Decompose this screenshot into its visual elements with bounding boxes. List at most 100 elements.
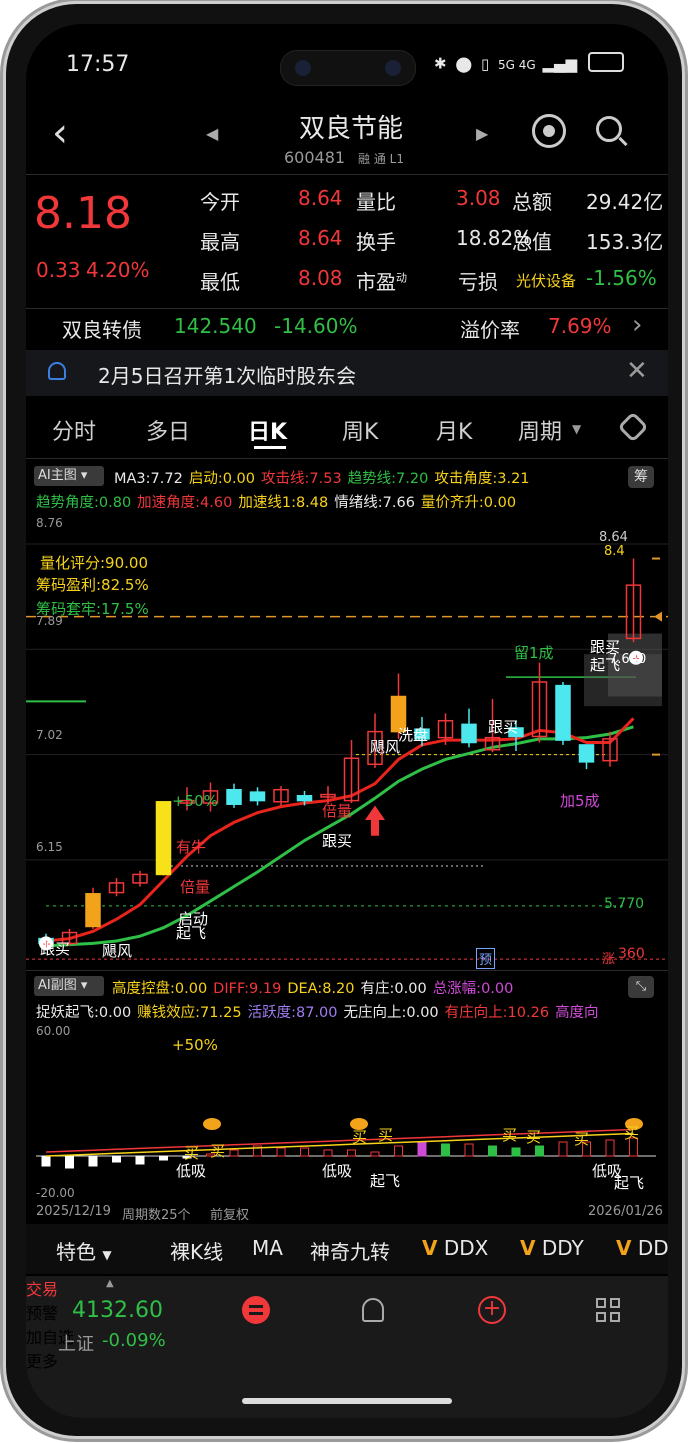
bell-icon — [48, 362, 66, 380]
toolbar-naked-k[interactable]: 裸K线 — [170, 1236, 223, 1265]
notice-bar[interactable]: 2月5日召开第1次临时股东会 ✕ — [26, 350, 668, 396]
annotation: 洗盘 — [398, 726, 429, 744]
annotation: 跟买 — [488, 718, 519, 736]
macd-bar — [511, 1147, 521, 1157]
quote-value: 153.3亿 — [586, 230, 664, 254]
quote-value: -1.56% — [586, 266, 657, 290]
macd-bar — [300, 1147, 309, 1157]
candle-body — [85, 893, 101, 928]
annotation: 起飞 — [590, 656, 621, 674]
index-value[interactable]: 4132.60 — [72, 1298, 163, 1323]
indicator-value: 有庄:0.00 — [360, 981, 427, 997]
period-count: 周期数25个 — [122, 1208, 191, 1223]
close-icon[interactable]: ✕ — [626, 356, 648, 386]
ai-sub-chart-button[interactable]: AI副图 ▾ — [34, 976, 104, 996]
candle-body — [296, 795, 313, 802]
bluetooth-icon: ✱ — [434, 54, 447, 73]
chevron-right-icon[interactable]: › — [632, 310, 642, 340]
indicator-value: 量价齐升:0.00 — [420, 495, 517, 511]
quote-value: 亏损 — [458, 270, 498, 294]
chevron-down-icon: ▼ — [102, 1248, 112, 1262]
chip-button[interactable]: 筹 — [628, 466, 654, 488]
indicator-value: 活跃度:87.00 — [247, 1005, 338, 1021]
tab-monthly-k[interactable]: 月K — [436, 414, 472, 446]
annotation: 跟买 — [322, 832, 353, 850]
macd-bar — [229, 1149, 239, 1157]
candle-body — [555, 684, 571, 741]
tab-underline — [254, 446, 286, 449]
location-icon: ⬤ — [455, 54, 473, 73]
alert-bell-icon[interactable] — [362, 1298, 384, 1322]
indicator-value: 情绪线:7.66 — [334, 495, 415, 511]
chevron-down-icon: ▼ — [572, 422, 582, 436]
phone-frame: 17:57 ✱ ⬤ ▯ 5G 4G ▂▄▆ ‹ ◀ 双良节能 600481 融 … — [6, 4, 682, 1436]
expand-icon[interactable]: ⤡ — [628, 976, 654, 998]
toolbar-special[interactable]: 特色 ▼ — [56, 1236, 112, 1265]
toolbar-ma[interactable]: MA — [252, 1236, 283, 1260]
adjust-mode: 前复权 — [210, 1208, 250, 1223]
toolbar-magic-nine[interactable]: 神奇九转 — [310, 1236, 390, 1265]
macd-bar — [135, 1155, 145, 1165]
macd-bar — [394, 1145, 403, 1157]
candle-body — [249, 791, 266, 802]
date-left: 2025/12/19 — [36, 1204, 111, 1219]
macd-bar — [347, 1149, 356, 1157]
ai-main-chart-button[interactable]: AI主图 ▾ — [34, 466, 104, 486]
cost-marker-icon — [654, 611, 662, 622]
nav-trade[interactable]: 交易 — [26, 1276, 668, 1300]
tab-multiday[interactable]: 多日 — [146, 414, 190, 446]
indicator-value: DEA:8.20 — [287, 981, 355, 997]
sub-indicator-line1: 高度控盘:0.00 DIFF:9.19 DEA:8.20 有庄:0.00 总涨幅:0.0… — [112, 977, 519, 998]
tab-weekly-k[interactable]: 周K — [342, 414, 378, 446]
indicator-value: 趋势角度:0.80 — [36, 495, 132, 511]
caret-up-icon: ▲ — [106, 1278, 114, 1289]
indicator-value: 总涨幅:0.00 — [432, 981, 514, 997]
candle-body — [461, 723, 477, 744]
bond-name[interactable]: 双良转债 — [62, 314, 142, 343]
toolbar-ddz[interactable]: V DD — [616, 1236, 668, 1260]
signal-bars-icon: ▂▄▆ — [542, 54, 578, 73]
trade-icon[interactable] — [242, 1296, 270, 1324]
indicator-value: 趋势线:7.20 — [347, 471, 429, 487]
divider — [26, 970, 668, 971]
divider — [26, 174, 668, 175]
index-change: -0.09% — [102, 1330, 166, 1351]
toolbar-ddx[interactable]: V DDX — [422, 1236, 488, 1260]
sub-plus50: +50% — [172, 1036, 218, 1054]
home-indicator[interactable] — [242, 1398, 452, 1404]
signal-icon: 5G 4G — [497, 57, 536, 72]
quote-value: 29.42亿 — [586, 190, 664, 214]
settings-icon[interactable] — [617, 411, 649, 443]
quote-label: 换手 — [356, 230, 396, 254]
quote-value: 3.08 — [456, 186, 501, 210]
annotation: 倍量 — [180, 878, 211, 896]
next-stock-icon[interactable]: ▶ — [476, 124, 488, 143]
up-arrow-icon — [365, 805, 385, 836]
back-button[interactable]: ‹ — [52, 110, 68, 156]
premium-value: 7.69% — [548, 314, 612, 338]
indicator-value: 高度控盘:0.00 — [112, 981, 208, 997]
annotation: 飓风 — [370, 738, 401, 756]
candle-body — [578, 744, 595, 763]
tab-intraday[interactable]: 分时 — [52, 414, 96, 446]
sub-label: 买 — [352, 1128, 368, 1146]
nav-more[interactable]: 更多 — [26, 1348, 668, 1372]
high-label-2: 8.4 — [604, 544, 625, 559]
stock-title: 双良节能 — [298, 114, 403, 144]
main-indicator-line1: MA3:7.72 启动:0.00 攻击线:7.53 趋势线:7.20 攻击角度:3.21 — [114, 467, 536, 488]
search-icon-handle — [618, 136, 628, 147]
tab-daily-k[interactable]: 日K — [248, 414, 287, 446]
robot-assistant-icon[interactable] — [532, 114, 566, 148]
price-change-pct: 4.20% — [86, 258, 150, 282]
chip-profit: 筹码盈利:82.5% — [36, 576, 149, 594]
indicator-value: MA3:7.72 — [114, 471, 183, 487]
quote-value: 8.64 — [298, 226, 343, 250]
sub-label: 低吸 — [176, 1162, 207, 1180]
quote-label: 今开 — [200, 190, 240, 214]
prev-stock-icon[interactable]: ◀ — [206, 124, 218, 143]
add-watchlist-icon[interactable]: + — [478, 1296, 506, 1324]
tab-period[interactable]: 周期 — [518, 414, 562, 446]
grid-more-icon[interactable] — [596, 1298, 622, 1324]
toolbar-ddy[interactable]: V DDY — [520, 1236, 584, 1260]
sub-label: 买 — [184, 1144, 200, 1162]
